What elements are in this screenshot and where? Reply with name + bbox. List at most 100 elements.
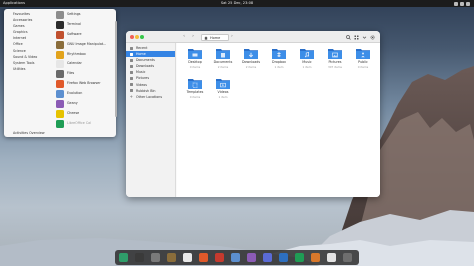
app-cheese[interactable]: Cheese (54, 109, 112, 119)
videos-icon (130, 83, 133, 87)
gimp-icon[interactable] (167, 253, 176, 262)
home-folder-icon[interactable] (119, 253, 128, 262)
terminal-icon[interactable] (135, 253, 144, 262)
app-label: Terminal (67, 21, 81, 26)
folder-dropbox[interactable]: Dropbox 1 item (265, 45, 293, 71)
calendar-icon[interactable] (183, 253, 192, 262)
clock[interactable]: Sat 25 Dec, 23:08 (210, 0, 264, 7)
header-actions (346, 34, 375, 40)
folder-videos[interactable]: Videos 1 item (209, 75, 237, 101)
libreoffice-calc-icon[interactable] (295, 253, 304, 262)
home-icon (130, 52, 133, 56)
folder-item-count: 0 items (189, 94, 201, 99)
discord-icon[interactable] (263, 253, 272, 262)
app-software[interactable]: Software (54, 30, 112, 40)
documents-folder-icon (216, 49, 230, 59)
apps-grid-icon[interactable] (343, 253, 352, 262)
places-sidebar: Recent Home Documents Downloads Music Pi… (126, 43, 176, 197)
folder-public[interactable]: Public 0 items (349, 45, 377, 71)
minimize-window-button[interactable] (135, 35, 139, 39)
templates-folder-icon (188, 79, 202, 89)
volume-icon[interactable] (460, 1, 464, 6)
app-settings[interactable]: Settings (54, 10, 112, 20)
software-icon (56, 30, 64, 39)
videos-folder-icon (216, 79, 230, 89)
app-label: Settings (67, 12, 81, 16)
libreoffice-impress-icon[interactable] (311, 253, 320, 262)
app-rhythmbox[interactable]: Rhythmbox (54, 50, 112, 60)
folder-name: Templates (186, 90, 204, 94)
folder-name: Dropbox (272, 60, 286, 64)
calendar-icon (56, 60, 64, 69)
power-icon[interactable] (466, 1, 470, 6)
libreoffice-writer-icon[interactable] (279, 253, 288, 262)
folder-name: Pictures (328, 60, 342, 64)
text-editor-icon[interactable] (327, 253, 336, 262)
trash-icon (130, 89, 133, 93)
folder-name: Desktop (188, 60, 202, 64)
dropbox-folder-icon (272, 49, 286, 59)
network-icon[interactable] (454, 1, 458, 6)
firefox-icon (56, 80, 64, 89)
app-label: Firefox Web Browser (67, 81, 101, 86)
grid-view-icon (354, 35, 359, 39)
sidebar-item-label: Home (136, 52, 146, 57)
app-label: Files (67, 71, 75, 76)
app-evolution[interactable]: Evolution (54, 89, 112, 99)
music-icon (130, 70, 133, 74)
app-calendar[interactable]: Calendar (54, 59, 112, 69)
menu-button[interactable] (370, 34, 375, 40)
app-files[interactable]: Files (54, 69, 112, 79)
app-list-scrollbar[interactable] (115, 21, 117, 117)
app-libreoffice-calc[interactable]: LibreOffice Cal (54, 119, 112, 129)
sidebar-item-other-locations[interactable]: + Other Locations (126, 94, 175, 100)
app-label: Calendar (67, 61, 82, 66)
files-icon[interactable] (151, 253, 160, 262)
app-label: Evolution (67, 91, 83, 96)
path-bar-home[interactable]: Home (201, 34, 229, 41)
folder-item-count: 0 items (357, 64, 369, 69)
folder-item-count: 1 item (302, 64, 312, 69)
recent-icon (130, 46, 133, 50)
sidebar-item-label: Documents (136, 58, 155, 63)
evolution-icon[interactable] (231, 253, 240, 262)
applications-menu-button[interactable]: Applications (3, 0, 25, 7)
path-next-button[interactable]: › (231, 34, 233, 40)
folder-templates[interactable]: Templates 0 items (181, 75, 209, 101)
folder-music[interactable]: Music 1 item (293, 45, 321, 71)
geany-icon[interactable] (247, 253, 256, 262)
activities-overview-link[interactable]: Activities Overview (13, 131, 45, 135)
app-firefox[interactable]: Firefox Web Browser (54, 79, 112, 89)
system-tray[interactable] (454, 1, 470, 6)
firefox-icon[interactable] (199, 253, 208, 262)
close-window-button[interactable] (130, 35, 134, 39)
applications-menu: Favourites Accessories Games Graphics In… (4, 9, 117, 137)
folder-name: Documents (213, 60, 233, 64)
folder-desktop[interactable]: Desktop 0 items (181, 45, 209, 71)
category-list: Favourites Accessories Games Graphics In… (7, 11, 53, 72)
folder-item-count: 0 items (189, 64, 201, 69)
sidebar-item-label: Rubbish Bin (136, 88, 156, 93)
search-button[interactable] (346, 34, 351, 40)
files-window: ‹ › Home › Recent Home Documents Downloa… (126, 31, 380, 197)
app-label: GNU Image Manipulat... (67, 41, 107, 46)
view-options-button[interactable] (354, 35, 359, 40)
folder-downloads[interactable]: Downloads 2 items (237, 45, 265, 71)
app-gimp[interactable]: GNU Image Manipulat... (54, 40, 112, 50)
folder-documents[interactable]: Documents 2 items (209, 45, 237, 71)
back-button[interactable]: ‹ (181, 34, 187, 40)
public-folder-icon (356, 49, 370, 59)
category-utilities[interactable]: Utilities (7, 66, 53, 72)
settings-icon (56, 11, 64, 19)
sort-button[interactable] (362, 35, 367, 40)
app-terminal[interactable]: Terminal (54, 20, 112, 30)
software-icon[interactable] (215, 253, 224, 262)
app-geany[interactable]: Geany (54, 99, 112, 109)
folder-pictures[interactable]: Pictures 307 items (321, 45, 349, 71)
app-label: LibreOffice Cal (67, 120, 92, 125)
sidebar-item-label: Downloads (136, 64, 155, 69)
path-label: Home (210, 35, 221, 40)
maximize-window-button[interactable] (140, 35, 144, 39)
folder-name: Videos (217, 90, 229, 94)
forward-button[interactable]: › (190, 34, 196, 40)
